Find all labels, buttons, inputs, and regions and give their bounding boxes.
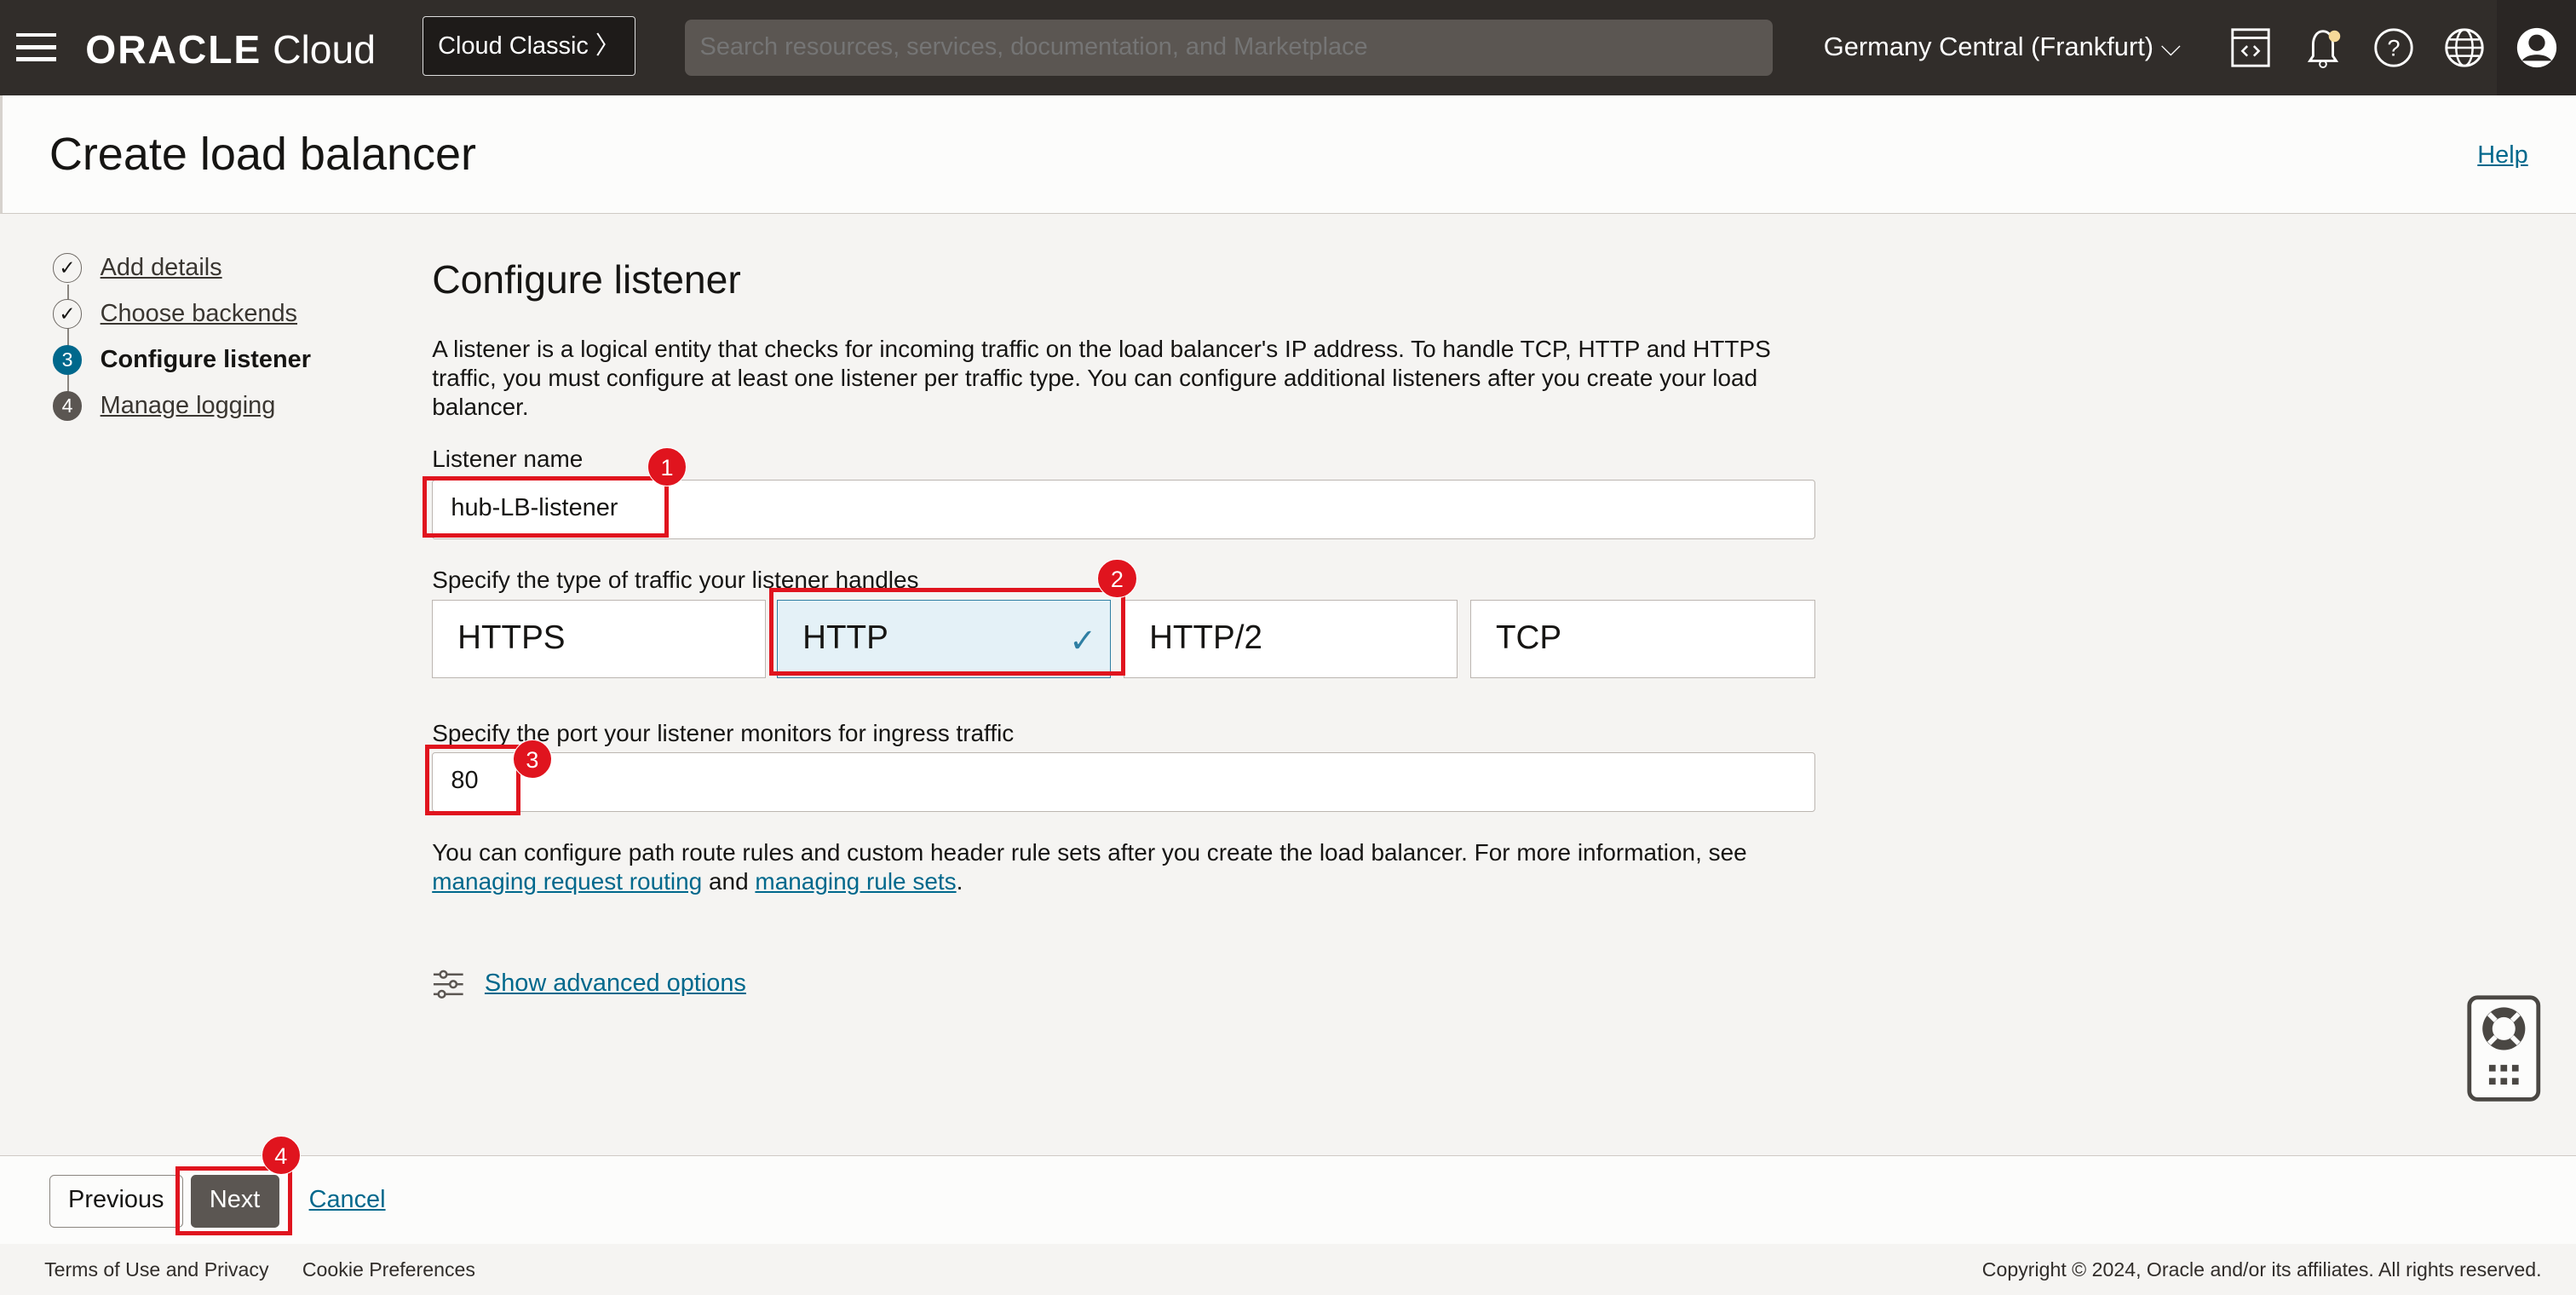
step-label[interactable]: Choose backends bbox=[101, 300, 297, 328]
cloud-classic-button[interactable]: Cloud Classic 〉 bbox=[422, 16, 636, 76]
previous-button[interactable]: Previous bbox=[49, 1174, 183, 1228]
help-link[interactable]: Help bbox=[2477, 141, 2527, 170]
cancel-link[interactable]: Cancel bbox=[309, 1186, 386, 1214]
port-input[interactable]: 80 bbox=[432, 752, 1816, 812]
step-configure-listener: 3 Configure listener bbox=[52, 344, 311, 375]
chevron-down-icon: ⌵ bbox=[2160, 31, 2182, 61]
check-icon: ✓ bbox=[52, 252, 83, 283]
routing-note: You can configure path route rules and c… bbox=[432, 838, 1828, 897]
region-label: Germany Central (Frankfurt) bbox=[1823, 31, 2154, 61]
step-number: 3 bbox=[52, 344, 83, 375]
annotation-badge-2: 2 bbox=[1097, 558, 1137, 598]
check-icon: ✓ bbox=[52, 298, 83, 329]
annotation-box-2 bbox=[768, 588, 1126, 676]
cookie-preferences-link[interactable]: Cookie Preferences bbox=[302, 1258, 475, 1281]
step-manage-logging[interactable]: 4 Manage logging bbox=[52, 390, 276, 421]
annotation-box-3 bbox=[425, 744, 521, 815]
cloud-classic-label: Cloud Classic bbox=[438, 32, 589, 60]
logo-product: Cloud bbox=[273, 26, 376, 72]
oracle-cloud-logo[interactable]: ORACLE Cloud bbox=[85, 26, 376, 72]
routing-note-text: You can configure path route rules and c… bbox=[432, 838, 1747, 866]
step-choose-backends[interactable]: ✓ Choose backends bbox=[52, 298, 297, 329]
managing-rule-sets-link[interactable]: managing rule sets bbox=[755, 868, 956, 895]
listener-name-label: Listener name bbox=[432, 445, 584, 472]
user-profile-icon[interactable] bbox=[2514, 25, 2560, 71]
annotation-badge-4: 4 bbox=[261, 1135, 301, 1175]
traffic-option-tcp[interactable]: TCP bbox=[1470, 599, 1816, 679]
support-widget-icon[interactable] bbox=[2464, 993, 2544, 1104]
hamburger-menu-icon[interactable] bbox=[16, 32, 56, 63]
search-input[interactable] bbox=[685, 20, 1773, 76]
step-label: Configure listener bbox=[100, 345, 311, 373]
region-selector[interactable]: Germany Central (Frankfurt) ⌵ bbox=[1824, 32, 2181, 63]
code-editor-icon[interactable] bbox=[2228, 25, 2274, 71]
sliders-icon bbox=[434, 970, 463, 999]
managing-request-routing-link[interactable]: managing request routing bbox=[432, 868, 702, 895]
annotation-box-4 bbox=[175, 1166, 293, 1236]
period: . bbox=[956, 868, 963, 895]
annotation-badge-3: 3 bbox=[512, 739, 552, 780]
annotation-badge-1: 1 bbox=[647, 446, 687, 486]
copyright: Copyright © 2024, Oracle and/or its affi… bbox=[1981, 1258, 2542, 1281]
step-label[interactable]: Add details bbox=[101, 254, 222, 282]
show-advanced-options-link[interactable]: Show advanced options bbox=[485, 970, 746, 998]
section-heading: Configure listener bbox=[432, 256, 741, 302]
action-bar bbox=[0, 1154, 2576, 1244]
logo-brand: ORACLE bbox=[85, 26, 262, 72]
step-number: 4 bbox=[52, 390, 83, 421]
notifications-bell-icon[interactable] bbox=[2300, 25, 2346, 71]
traffic-option-https[interactable]: HTTPS bbox=[432, 599, 766, 679]
help-icon[interactable]: ? bbox=[2371, 25, 2417, 71]
page-footer: Terms of Use and Privacy Cookie Preferen… bbox=[0, 1243, 2576, 1295]
page-title: Create load balancer bbox=[49, 129, 477, 181]
chevron-right-icon: 〉 bbox=[595, 32, 620, 60]
port-label: Specify the port your listener monitors … bbox=[432, 719, 1015, 746]
description: A listener is a logical entity that chec… bbox=[432, 336, 1771, 420]
terms-link[interactable]: Terms of Use and Privacy bbox=[44, 1258, 268, 1281]
svg-text:?: ? bbox=[2387, 36, 2400, 61]
oci-console: ORACLE Cloud Cloud Classic 〉 Germany Cen… bbox=[0, 0, 2576, 1295]
traffic-option-http2[interactable]: HTTP/2 bbox=[1124, 599, 1458, 679]
step-add-details[interactable]: ✓ Add details bbox=[52, 252, 222, 283]
and-text: and bbox=[709, 868, 749, 895]
annotation-box-1 bbox=[422, 476, 669, 538]
language-globe-icon[interactable] bbox=[2441, 25, 2487, 71]
step-label[interactable]: Manage logging bbox=[101, 392, 276, 420]
